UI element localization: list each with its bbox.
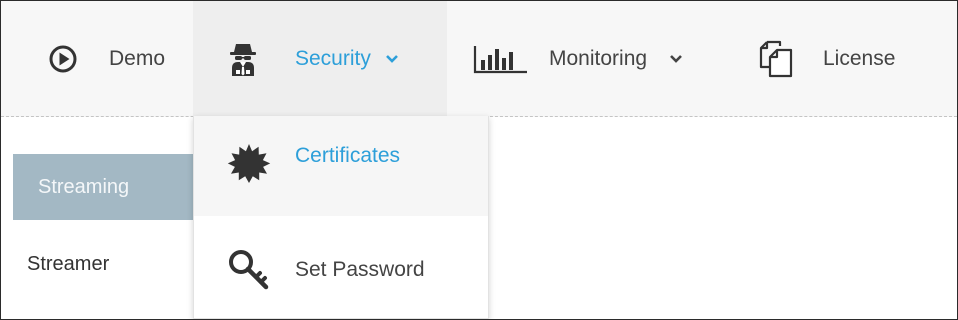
nav-item-license[interactable]: License (741, 1, 941, 116)
chevron-down-icon (385, 54, 399, 64)
key-icon (227, 248, 271, 292)
security-dropdown-menu: Certificates Set Password (193, 116, 489, 319)
play-circle-icon (43, 39, 83, 79)
sidebar-item-label: Streaming (38, 175, 130, 198)
chevron-down-icon (669, 54, 683, 64)
nav-label-demo: Demo (109, 46, 166, 70)
sidebar-item-streaming[interactable]: Streaming (13, 154, 193, 220)
nav-item-security[interactable]: Security (193, 1, 447, 116)
spy-agent-icon (223, 39, 263, 79)
nav-label-license: License (823, 46, 896, 70)
menu-item-set-password[interactable]: Set Password (194, 216, 488, 316)
nav-item-demo[interactable]: Demo (31, 1, 191, 116)
sidebar-item-label: Streamer (27, 252, 110, 275)
sidebar-item-streamer[interactable]: Streamer (13, 231, 193, 297)
app-window: Demo Security Monitoring License Streami… (0, 0, 958, 320)
menu-item-label: Certificates (295, 144, 401, 167)
top-navigation: Demo Security Monitoring License (1, 1, 957, 117)
nav-item-monitoring[interactable]: Monitoring (447, 1, 717, 116)
menu-item-certificates[interactable]: Certificates (194, 116, 488, 216)
documents-icon (755, 37, 799, 81)
bar-chart-icon (471, 39, 531, 79)
menu-item-label: Set Password (295, 258, 425, 281)
nav-label-monitoring: Monitoring (549, 46, 648, 70)
certificate-seal-icon (227, 142, 271, 186)
nav-label-security: Security (295, 46, 371, 70)
